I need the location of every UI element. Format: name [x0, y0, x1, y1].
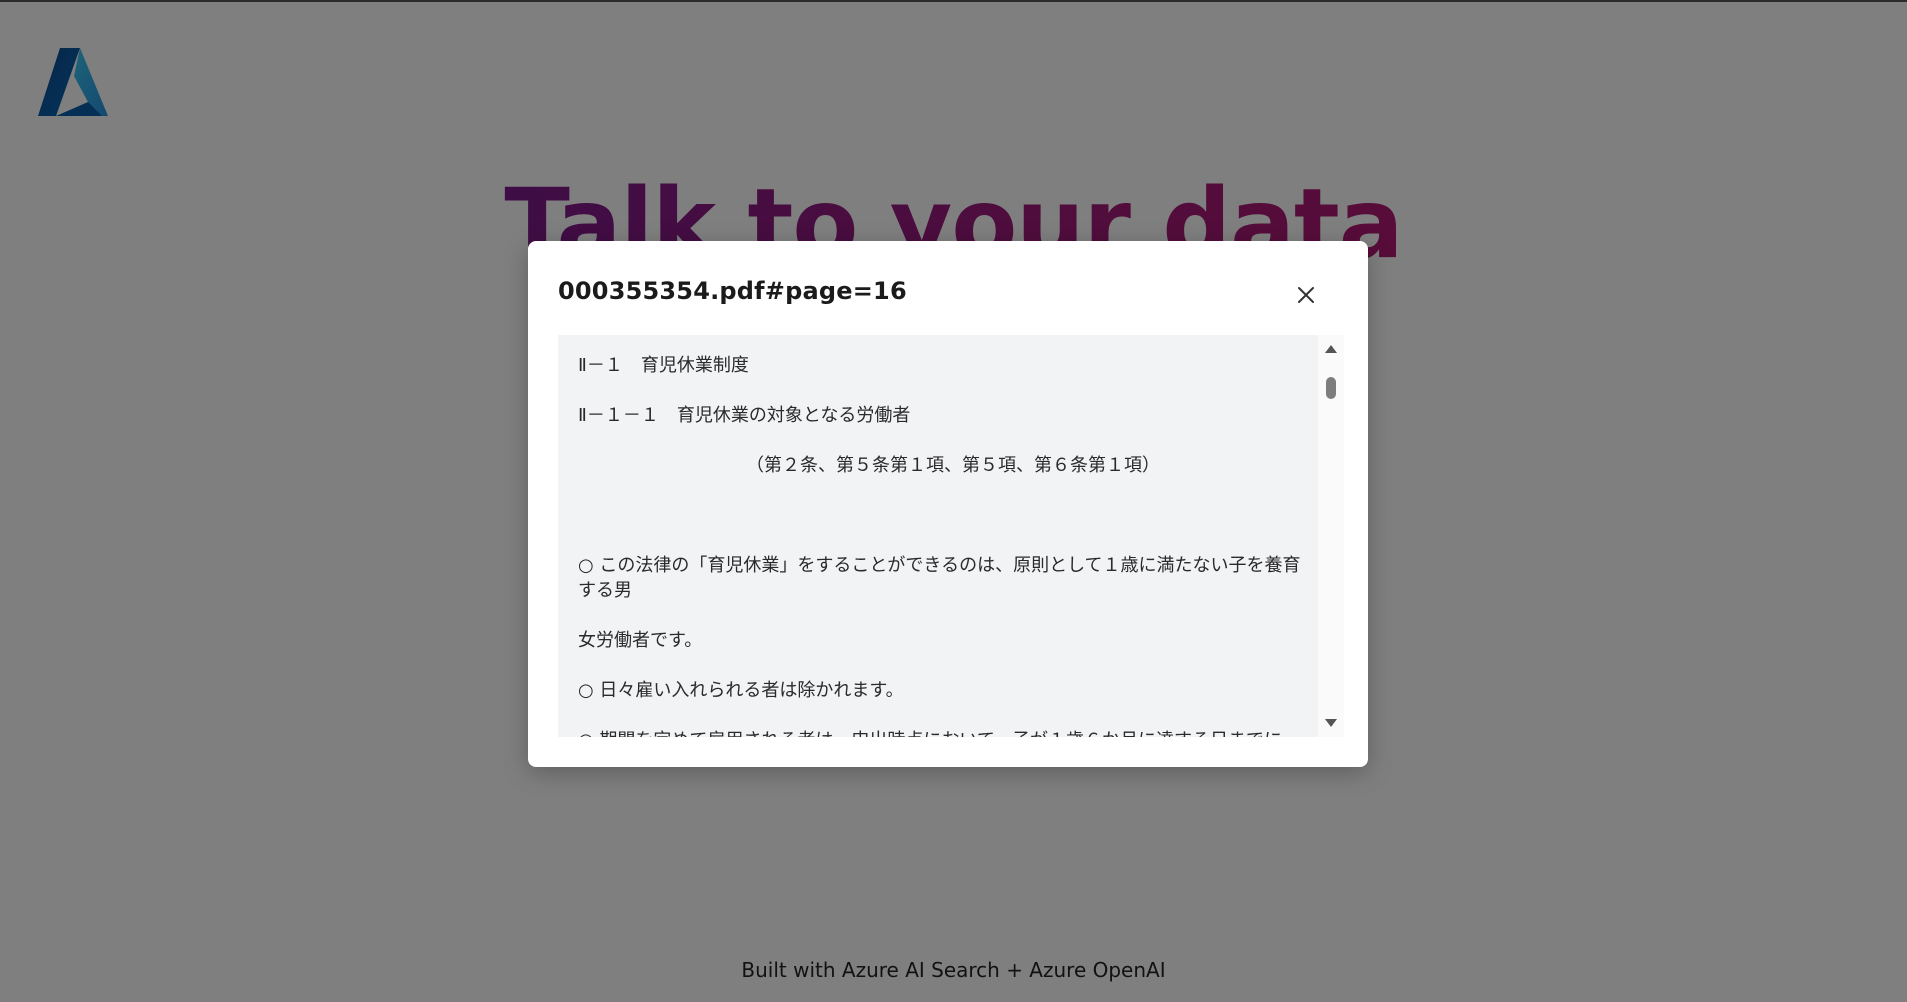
scroll-up-icon[interactable] [1325, 345, 1337, 353]
scroll-down-icon[interactable] [1325, 719, 1337, 727]
document-viewer[interactable]: Ⅱ－１ 育児休業制度 Ⅱ－１－１ 育児休業の対象となる労働者 （第２条、第５条第… [558, 335, 1334, 737]
document-line: ○ 日々雇い入れられる者は除かれます。 [578, 680, 904, 701]
document-line: Ⅱ－１－１ 育児休業の対象となる労働者 [578, 405, 911, 426]
document-content: Ⅱ－１ 育児休業制度 Ⅱ－１－１ 育児休業の対象となる労働者 （第２条、第５条第… [578, 353, 1308, 737]
page: Talk to your data Built with Azure AI Se… [0, 0, 1907, 1002]
modal-title: 000355354.pdf#page=16 [558, 277, 907, 305]
document-line: ○ この法律の「育児休業」をすることができるのは、原則として１歳に満たない子を養… [578, 555, 1301, 601]
close-icon[interactable] [1290, 279, 1322, 311]
document-spacer [578, 503, 1308, 553]
document-line: （第２条、第５条第１項、第５項、第６条第１項） [746, 455, 1160, 476]
document-line: Ⅱ－１ 育児休業制度 [578, 355, 749, 376]
document-line: ○ 期間を定めて雇用される者は、申出時点において、子が１歳６か月に達する日までに… [578, 728, 1308, 737]
document-line: 女労働者です。 [578, 630, 703, 651]
scrollbar[interactable] [1318, 335, 1344, 737]
scroll-thumb[interactable] [1326, 377, 1336, 399]
citation-modal: 000355354.pdf#page=16 Ⅱ－１ 育児休業制度 Ⅱ－１－１ 育… [528, 241, 1368, 767]
